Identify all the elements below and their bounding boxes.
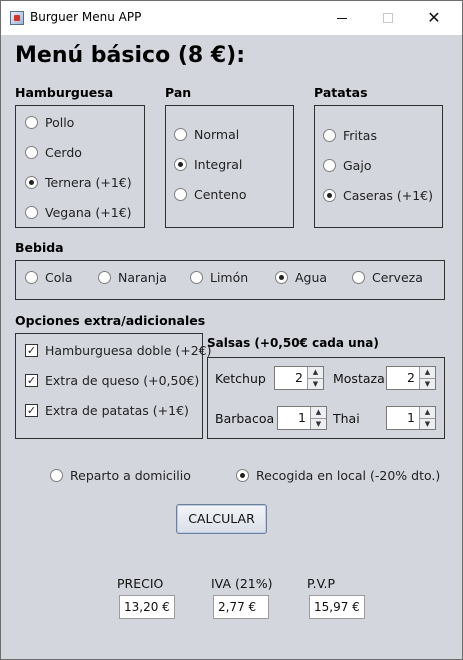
radio-patatas-gajo[interactable]: Gajo [323,158,371,173]
spinner-value[interactable]: 2 [275,367,307,389]
spinner-value[interactable]: 1 [278,407,310,429]
spinner-value[interactable]: 2 [387,367,419,389]
precio-label: PRECIO [117,576,164,591]
checkbox-hamburguesa-doble[interactable]: ✓ Hamburguesa doble (+2€) [25,343,212,358]
spinner-up-icon[interactable]: ▲ [308,367,323,378]
checkbox-extra-patatas[interactable]: ✓ Extra de patatas (+1€) [25,403,189,418]
maximize-icon [383,13,393,23]
iva-label: IVA (21%) [211,576,273,591]
title-bar: Burguer Menu APP ✕ [1,1,462,35]
salsa-thai-label: Thai [333,411,360,426]
radio-hamburguesa-ternera[interactable]: Ternera (+1€) [25,175,132,190]
spinner-down-icon[interactable]: ▼ [311,418,326,430]
close-icon: ✕ [427,8,441,27]
pan-title: Pan [165,85,192,100]
bebida-title: Bebida [15,240,64,255]
radio-indicator [50,469,63,482]
calcular-button[interactable]: CALCULAR [176,504,267,534]
radio-hamburguesa-pollo[interactable]: Pollo [25,115,74,130]
barbacoa-spinner[interactable]: 1 ▲ ▼ [277,406,327,430]
radio-indicator [25,206,38,219]
mostaza-spinner[interactable]: 2 ▲ ▼ [386,366,436,390]
radio-indicator [25,271,38,284]
radio-recogida-local[interactable]: Recogida en local (-20% dto.) [236,468,440,483]
check-icon: ✓ [25,344,38,357]
extras-title: Opciones extra/adicionales [15,313,206,328]
radio-indicator-selected [275,271,288,284]
ketchup-spinner[interactable]: 2 ▲ ▼ [274,366,324,390]
spinner-up-icon[interactable]: ▲ [311,407,326,418]
check-icon: ✓ [25,404,38,417]
spinner-down-icon[interactable]: ▼ [308,378,323,390]
java-app-icon [10,11,24,25]
spinner-value[interactable]: 1 [387,407,419,429]
radio-pan-normal[interactable]: Normal [174,127,239,142]
thai-spinner[interactable]: 1 ▲ ▼ [386,406,436,430]
radio-indicator [174,188,187,201]
spinner-down-icon[interactable]: ▼ [420,418,435,430]
radio-bebida-naranja[interactable]: Naranja [98,270,167,285]
checkbox-extra-queso[interactable]: ✓ Extra de queso (+0,50€) [25,373,199,388]
radio-hamburguesa-cerdo[interactable]: Cerdo [25,145,82,160]
radio-indicator [323,129,336,142]
salsa-mostaza-label: Mostaza [333,371,385,386]
precio-field[interactable]: 13,20 € [119,595,175,619]
radio-pan-integral[interactable]: Integral [174,157,242,172]
radio-patatas-fritas[interactable]: Fritas [323,128,377,143]
radio-indicator-selected [25,176,38,189]
radio-reparto-domicilio[interactable]: Reparto a domicilio [50,468,191,483]
check-icon: ✓ [25,374,38,387]
radio-indicator [25,146,38,159]
close-button[interactable]: ✕ [411,1,457,35]
radio-indicator [190,271,203,284]
spinner-up-icon[interactable]: ▲ [420,367,435,378]
salsa-ketchup-label: Ketchup [215,371,266,386]
radio-indicator-selected [323,189,336,202]
radio-indicator-selected [236,469,249,482]
minimize-button[interactable] [319,1,365,35]
radio-indicator-selected [174,158,187,171]
pvp-field[interactable]: 15,97 € [309,595,365,619]
maximize-button[interactable] [365,1,411,35]
spinner-up-icon[interactable]: ▲ [420,407,435,418]
hamburguesa-title: Hamburguesa [15,85,114,100]
page-title: Menú básico (8 €): [15,43,246,68]
app-window: Burguer Menu APP ✕ Menú básico (8 €): Ha… [0,0,463,660]
iva-field[interactable]: 2,77 € [213,595,269,619]
pvp-label: P.V.P [307,576,336,591]
salsas-title: Salsas (+0,50€ cada una) [207,336,379,350]
radio-pan-centeno[interactable]: Centeno [174,187,247,202]
patatas-title: Patatas [314,85,368,100]
radio-indicator [323,159,336,172]
spinner-down-icon[interactable]: ▼ [420,378,435,390]
salsa-barbacoa-label: Barbacoa [215,411,275,426]
radio-indicator [25,116,38,129]
radio-bebida-agua[interactable]: Agua [275,270,327,285]
minimize-icon [337,17,347,19]
radio-bebida-cerveza[interactable]: Cerveza [352,270,423,285]
radio-bebida-limon[interactable]: Limón [190,270,248,285]
radio-indicator [174,128,187,141]
radio-bebida-cola[interactable]: Cola [25,270,73,285]
radio-patatas-caseras[interactable]: Caseras (+1€) [323,188,433,203]
radio-indicator [352,271,365,284]
window-title: Burguer Menu APP [30,10,142,24]
radio-hamburguesa-vegana[interactable]: Vegana (+1€) [25,205,132,220]
radio-indicator [98,271,111,284]
